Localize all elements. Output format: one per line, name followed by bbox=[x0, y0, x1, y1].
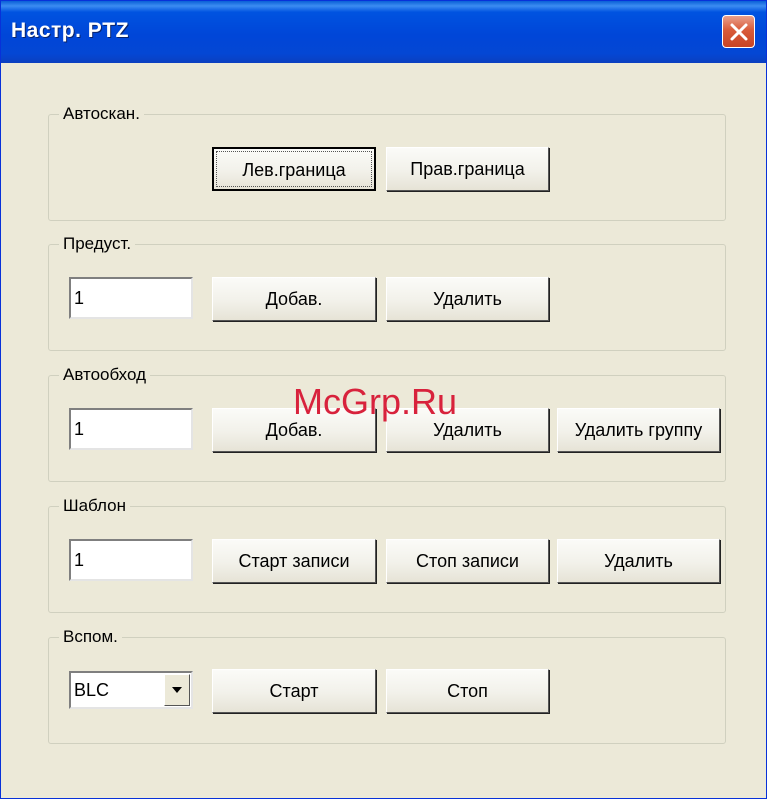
autoscan-group-title: Автоскан. bbox=[59, 103, 144, 125]
pattern-delete-button-label: Удалить bbox=[604, 551, 673, 571]
aux-start-button[interactable]: Старт bbox=[212, 669, 376, 713]
patrol-number-input[interactable]: 1 bbox=[69, 408, 193, 450]
patrol-delete-group-button[interactable]: Удалить группу bbox=[557, 408, 720, 452]
aux-stop-button-label: Стоп bbox=[447, 681, 488, 701]
preset-number-input[interactable]: 1 bbox=[69, 277, 193, 319]
dialog-body: Автоскан. Лев.граница Прав.граница Преду… bbox=[5, 63, 762, 796]
dropdown-arrow-button[interactable] bbox=[164, 674, 190, 706]
pattern-delete-button[interactable]: Удалить bbox=[557, 539, 720, 583]
patrol-delete-group-button-label: Удалить группу bbox=[574, 420, 703, 440]
aux-function-selected-value: BLC bbox=[74, 680, 110, 700]
stop-record-button[interactable]: Стоп записи bbox=[386, 539, 549, 583]
ptz-settings-dialog: Настр. PTZ Автоскан. Лев.граница Прав.гр… bbox=[0, 0, 767, 799]
stop-record-button-label: Стоп записи bbox=[416, 551, 519, 571]
aux-stop-button[interactable]: Стоп bbox=[386, 669, 549, 713]
right-border-button[interactable]: Прав.граница bbox=[386, 147, 549, 191]
aux-start-button-label: Старт bbox=[269, 681, 319, 701]
patrol-group-title: Автообход bbox=[59, 364, 150, 386]
pattern-group-title: Шаблон bbox=[59, 495, 130, 517]
start-record-button[interactable]: Старт записи bbox=[212, 539, 376, 583]
preset-delete-button[interactable]: Удалить bbox=[386, 277, 549, 321]
close-icon bbox=[730, 23, 748, 41]
left-border-button[interactable]: Лев.граница bbox=[212, 147, 376, 191]
start-record-button-label: Старт записи bbox=[238, 551, 350, 571]
aux-function-select[interactable]: BLC bbox=[69, 671, 193, 709]
window-title: Настр. PTZ bbox=[11, 19, 129, 42]
preset-add-button[interactable]: Добав. bbox=[212, 277, 376, 321]
patrol-delete-button-label: Удалить bbox=[433, 420, 502, 440]
chevron-down-icon bbox=[172, 687, 182, 693]
aux-group-title: Вспом. bbox=[59, 626, 122, 648]
preset-group-title: Предуст. bbox=[59, 233, 136, 255]
watermark: McGrp.Ru bbox=[293, 381, 458, 422]
right-border-button-label: Прав.граница bbox=[410, 159, 525, 179]
close-button[interactable] bbox=[722, 15, 755, 48]
patrol-add-button-label: Добав. bbox=[265, 420, 323, 440]
title-bar[interactable]: Настр. PTZ bbox=[1, 1, 766, 63]
preset-add-button-label: Добав. bbox=[265, 289, 323, 309]
focus-rect bbox=[216, 151, 372, 187]
preset-delete-button-label: Удалить bbox=[433, 289, 502, 309]
pattern-number-input[interactable]: 1 bbox=[69, 539, 193, 581]
